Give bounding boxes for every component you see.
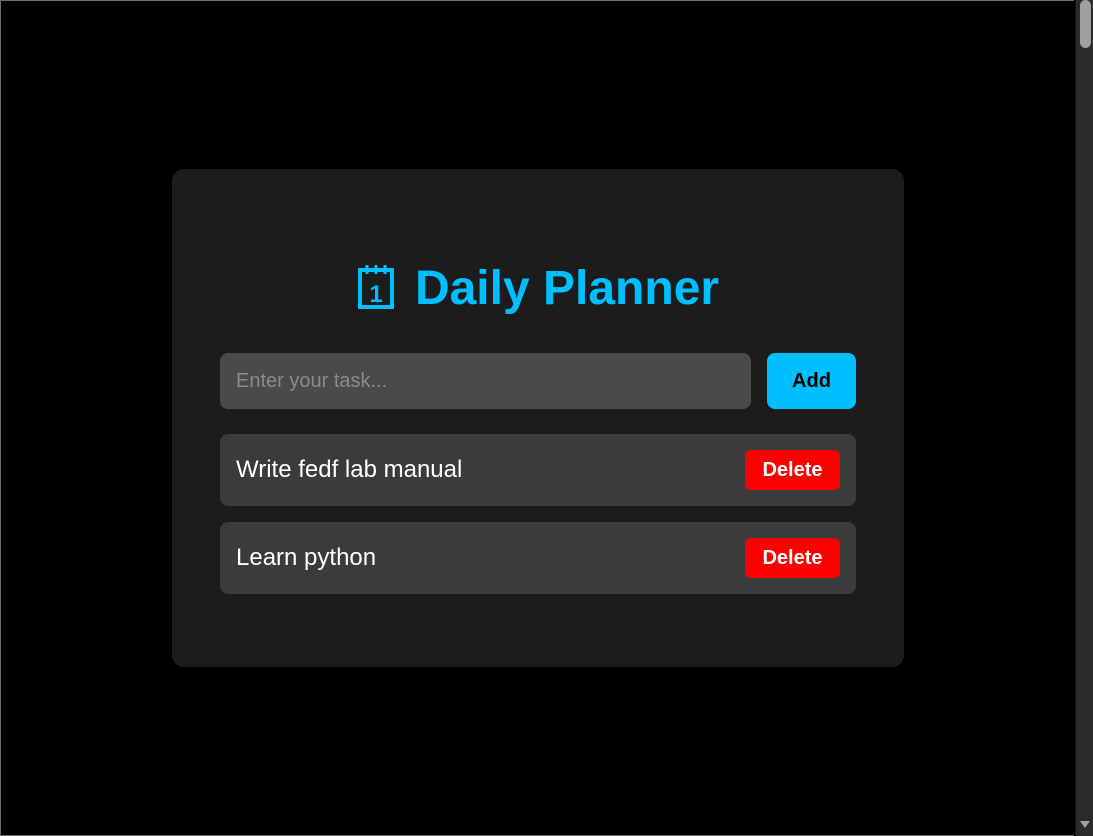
task-input[interactable]	[220, 353, 751, 409]
scrollbar-thumb[interactable]	[1080, 0, 1091, 48]
add-task-button[interactable]: Add	[767, 353, 856, 409]
delete-task-button[interactable]: Delete	[745, 538, 840, 578]
planner-card: 1 Daily Planner Add Write fedf lab manua…	[172, 169, 904, 667]
task-text: Write fedf lab manual	[236, 456, 463, 483]
task-list: Write fedf lab manual Delete Learn pytho…	[220, 434, 856, 610]
page-viewport: 1 Daily Planner Add Write fedf lab manua…	[0, 0, 1074, 836]
page-title: 1 Daily Planner	[172, 253, 904, 325]
task-text: Learn python	[236, 544, 377, 571]
page-title-text: Daily Planner	[414, 262, 720, 315]
scroll-down-arrow-icon[interactable]	[1080, 821, 1090, 828]
calendar-icon: 1	[357, 265, 394, 309]
delete-task-button[interactable]: Delete	[745, 450, 840, 490]
task-item: Write fedf lab manual Delete	[220, 434, 856, 506]
task-item: Learn python Delete	[220, 522, 856, 594]
vertical-scrollbar[interactable]	[1075, 0, 1093, 836]
calendar-icon-day: 1	[369, 281, 382, 308]
